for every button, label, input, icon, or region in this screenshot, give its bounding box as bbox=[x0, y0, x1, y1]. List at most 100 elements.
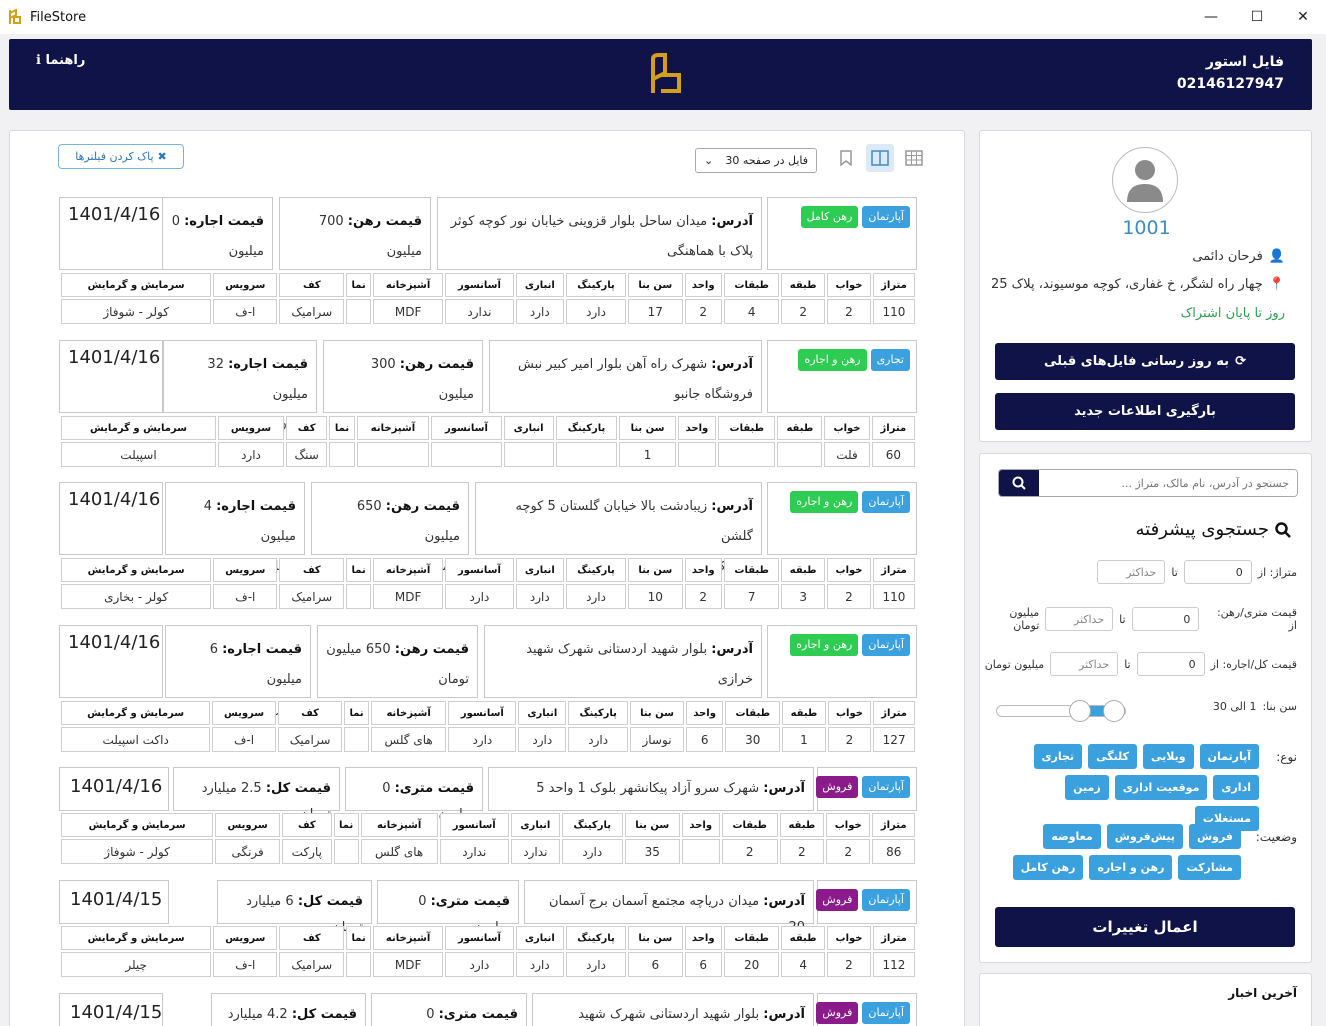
total-price-box: قیمت کل: 4.2 میلیارد bbox=[211, 993, 366, 1026]
price-per-meter-box: قیمت متری: 0 میلیون bbox=[345, 767, 483, 822]
news-title: آخرین اخبار bbox=[1228, 986, 1297, 1000]
specs-header-cell: طبقه bbox=[781, 273, 826, 297]
age-range-slider[interactable] bbox=[996, 700, 1126, 722]
specs-value-cell: سرامیک bbox=[277, 727, 343, 752]
status-chip[interactable]: پیش‌فروش bbox=[1106, 824, 1183, 849]
specs-header-cell: خواب bbox=[827, 558, 871, 582]
specs-header-cell: کف bbox=[279, 926, 345, 950]
card-view-icon[interactable] bbox=[866, 144, 894, 172]
ppm-to-input[interactable]: حداکثر bbox=[1045, 607, 1114, 631]
refresh-files-button[interactable]: به روز رسانی فایل‌های قبلی ⟳ bbox=[995, 343, 1295, 380]
type-badge[interactable]: فروش bbox=[816, 889, 859, 911]
specs-header-cell: سرویس bbox=[217, 416, 284, 440]
specs-value-cell: MDF bbox=[372, 952, 444, 977]
type-badge[interactable]: تجاری bbox=[870, 349, 910, 371]
specs-header-cell: پارکینگ bbox=[566, 926, 627, 950]
specs-value-cell: 4 bbox=[723, 299, 780, 324]
specs-value-cell: 30 bbox=[725, 727, 781, 752]
price-lease-line: قیمت اجاره: 4 میلیون bbox=[174, 492, 296, 552]
type-chip[interactable]: موقعیت اداری bbox=[1114, 775, 1208, 800]
maximize-button[interactable]: ☐ bbox=[1234, 0, 1280, 34]
status-chip[interactable]: رهن کامل bbox=[1012, 855, 1084, 880]
type-chip[interactable]: ویلایی bbox=[1143, 744, 1194, 769]
specs-value-cell: دارد bbox=[515, 952, 565, 977]
specs-value-row: 86 2 2 2 35 دارد ندارد ندارد های گلس پارکت فرنگی کو… bbox=[61, 839, 915, 864]
to-label: تا bbox=[1119, 612, 1126, 626]
total-price-label: قیمت کل: bbox=[291, 1007, 357, 1022]
specs-value-cell bbox=[356, 442, 430, 467]
address-box: آدرس: زیبادشت بالا خیابان گلستان 5 کوچه … bbox=[475, 482, 762, 574]
address-box: آدرس: بلوار شهید اردستانی شهرک شهید خراز… bbox=[484, 625, 762, 717]
close-button[interactable]: ✕ bbox=[1280, 0, 1326, 34]
type-chip[interactable]: زمین bbox=[1065, 775, 1109, 800]
specs-header-row: متراژ خواب طبقه طبقات واحد سن بنا پارکینگ انبار… bbox=[61, 701, 915, 725]
load-new-data-button[interactable]: بارگیری اطلاعات جدید bbox=[995, 393, 1295, 430]
search-input[interactable] bbox=[1039, 470, 1297, 496]
area-to-input[interactable]: حداکثر bbox=[1097, 560, 1166, 584]
specs-header-cell: خواب bbox=[827, 926, 871, 950]
specs-value-row: 60 فلت 1 سنگ دارد اسپیلت bbox=[61, 442, 915, 467]
type-badge[interactable]: آپارتمان bbox=[862, 634, 910, 656]
status-chip[interactable]: رهن و اجاره bbox=[1089, 855, 1173, 880]
area-from-input[interactable]: 0 bbox=[1183, 560, 1252, 584]
specs-header-cell: سرمایش و گرمایش bbox=[61, 273, 212, 297]
price-lease-value: 0 bbox=[171, 214, 180, 229]
per-page-select[interactable]: ⌄ 30 فایل در صفحه bbox=[695, 148, 817, 173]
type-badge[interactable]: آپارتمان bbox=[862, 1002, 910, 1024]
address-label: آدرس: bbox=[763, 781, 805, 796]
price-per-meter-box: قیمت متری: 0 میلیون bbox=[377, 880, 519, 935]
specs-header-cell: طبقات bbox=[721, 813, 778, 837]
ppm-from-input[interactable]: 0 bbox=[1131, 607, 1200, 631]
specs-header-cell: خواب bbox=[827, 701, 872, 725]
status-chip[interactable]: معاوضه bbox=[1043, 824, 1101, 849]
specs-header-cell: واحد bbox=[684, 273, 722, 297]
type-chip[interactable]: اداری bbox=[1213, 775, 1259, 800]
specs-value-cell: فلت bbox=[824, 442, 870, 467]
specs-header-cell: سرویس bbox=[213, 273, 278, 297]
specs-value-cell: کولر - شوفاژ bbox=[61, 839, 214, 864]
type-chip[interactable]: کلنگی bbox=[1088, 744, 1138, 769]
minimize-button[interactable]: — bbox=[1188, 0, 1234, 34]
clear-filters-button[interactable]: پاک کردن فیلترها ✖ bbox=[58, 144, 184, 169]
status-chip[interactable]: مشارکت bbox=[1178, 855, 1241, 880]
search-button[interactable] bbox=[999, 470, 1039, 496]
specs-header-cell: آشپزخانه bbox=[360, 813, 438, 837]
type-badge[interactable]: رهن و اجاره bbox=[798, 349, 867, 371]
bookmark-icon[interactable] bbox=[832, 144, 860, 172]
to-label: تا bbox=[1124, 657, 1131, 671]
app-window: FileStore — ☐ ✕ ℹ راهنما فایل استور 0214… bbox=[0, 0, 1326, 1026]
specs-header-cell: سن بنا bbox=[628, 273, 683, 297]
type-badge[interactable]: آپارتمان bbox=[862, 206, 910, 228]
type-badge[interactable]: آپارتمان bbox=[862, 889, 910, 911]
type-chip[interactable]: تجاری bbox=[1033, 744, 1083, 769]
window-title: FileStore bbox=[30, 9, 87, 25]
type-badge[interactable]: فروش bbox=[816, 776, 859, 798]
specs-value-cell: 1 bbox=[782, 727, 826, 752]
type-badge[interactable]: آپارتمان bbox=[862, 776, 910, 798]
specs-value-cell: 35 bbox=[624, 839, 680, 864]
specs-header-cell: انباری bbox=[510, 813, 560, 837]
specs-header-cell: آشپزخانه bbox=[372, 558, 444, 582]
search-panel: جستجوی پیشرفته متراژ: از 0 تا حداکثر قیم… bbox=[979, 453, 1312, 963]
type-badge[interactable]: فروش bbox=[816, 1002, 859, 1024]
slider-max-handle[interactable] bbox=[1103, 700, 1125, 722]
table-view-icon[interactable] bbox=[900, 144, 928, 172]
type-badge[interactable]: آپارتمان bbox=[862, 491, 910, 513]
address-label: آدرس: bbox=[711, 499, 753, 514]
slider-min-handle[interactable] bbox=[1069, 700, 1091, 722]
subscription-text: روز تا پایان اشتراک bbox=[1180, 306, 1285, 321]
x-icon: ✖ bbox=[157, 150, 167, 163]
specs-value-cell: دارد bbox=[566, 584, 627, 609]
type-chip[interactable]: آپارتمان bbox=[1199, 744, 1259, 769]
type-badge[interactable]: رهن و اجاره bbox=[790, 634, 859, 656]
type-badge[interactable]: رهن کامل bbox=[800, 206, 859, 228]
specs-header-cell: آسانسور bbox=[445, 926, 514, 950]
status-chip[interactable]: فروش bbox=[1188, 824, 1241, 849]
help-link[interactable]: ℹ راهنما bbox=[36, 53, 85, 68]
address-value: میدان ساحل بلوار قزوینی خیابان نور کوچه … bbox=[450, 214, 708, 229]
total-to-input[interactable]: حداکثر bbox=[1050, 652, 1119, 676]
type-badge[interactable]: رهن و اجاره bbox=[790, 491, 859, 513]
total-from-input[interactable]: 0 bbox=[1136, 652, 1205, 676]
apply-changes-button[interactable]: اعمال تغییرات bbox=[995, 907, 1295, 947]
specs-value-cell: 6 bbox=[686, 727, 724, 752]
